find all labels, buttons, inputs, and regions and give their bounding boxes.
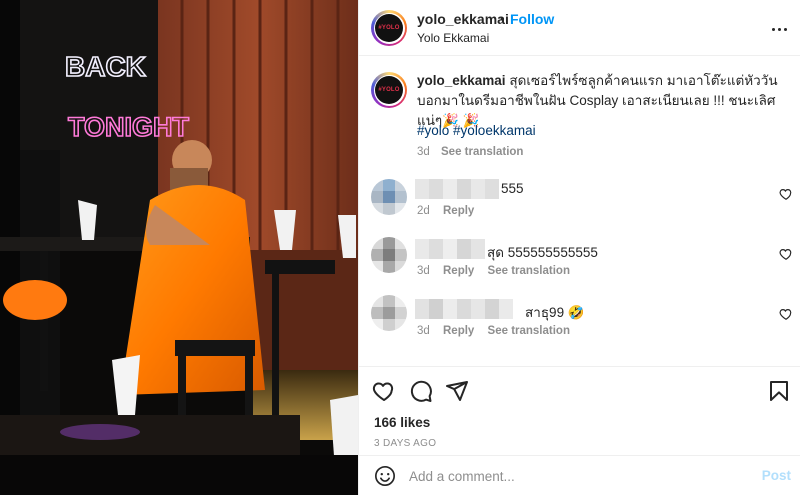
- location-link[interactable]: Yolo Ekkamai: [417, 31, 489, 45]
- see-translation-button[interactable]: See translation: [488, 265, 570, 277]
- commenter-username-blurred[interactable]: [415, 179, 499, 199]
- avatar-logo: #YOLO: [378, 25, 400, 31]
- comment-meta: 3d Reply See translation: [417, 265, 570, 277]
- hashtag-link[interactable]: #yolo: [417, 123, 449, 138]
- reply-button[interactable]: Reply: [443, 325, 474, 337]
- reply-button[interactable]: Reply: [443, 205, 474, 217]
- caption-time[interactable]: 3d: [417, 146, 430, 158]
- see-translation-button[interactable]: See translation: [441, 146, 523, 158]
- comment-icon[interactable]: [409, 379, 433, 403]
- emoji-icon[interactable]: [374, 465, 396, 487]
- comment-meta: 3d Reply See translation: [417, 325, 570, 337]
- author-avatar[interactable]: #YOLO: [371, 10, 407, 46]
- comment-time[interactable]: 2d: [417, 205, 430, 217]
- follow-button[interactable]: Follow: [510, 11, 554, 27]
- comment-item: 555 2d Reply: [359, 175, 800, 231]
- post-timestamp[interactable]: 3 DAYS AGO: [374, 438, 436, 449]
- post-header: #YOLO yolo_ekkamai • Follow Yolo Ekkamai: [359, 0, 800, 56]
- caption-avatar[interactable]: #YOLO: [371, 72, 407, 108]
- commenter-avatar[interactable]: [371, 237, 407, 273]
- caption-meta: 3d See translation: [417, 146, 523, 158]
- add-comment-bar: Post: [359, 455, 800, 495]
- more-options-icon[interactable]: [767, 17, 791, 41]
- post-details-panel: #YOLO yolo_ekkamai • Follow Yolo Ekkamai…: [358, 0, 800, 495]
- comment-meta: 2d Reply: [417, 205, 474, 217]
- like-comment-icon[interactable]: [779, 187, 793, 201]
- post-actions: [359, 366, 800, 412]
- caption-hashtags: #yolo #yoloekkamai: [417, 123, 536, 138]
- author-username[interactable]: yolo_ekkamai: [417, 11, 509, 27]
- like-comment-icon[interactable]: [779, 247, 793, 261]
- caption-username[interactable]: yolo_ekkamai: [417, 73, 506, 88]
- comment-item: สาธุ99 🤣 3d Reply See translation: [359, 295, 800, 351]
- share-icon[interactable]: [445, 379, 469, 403]
- commenter-avatar[interactable]: [371, 179, 407, 215]
- photo-scene: BACK TONIGHT: [0, 0, 358, 495]
- separator-dot: •: [500, 11, 505, 26]
- comment-input[interactable]: [409, 464, 739, 488]
- like-count[interactable]: 166 likes: [374, 415, 430, 430]
- avatar-logo: #YOLO: [378, 87, 400, 93]
- comment-text: สาธุ99 🤣: [525, 305, 585, 320]
- caption: yolo_ekkamai สุดเซอร์ไพร์ซลูกค้าคนแรก มา…: [417, 71, 787, 131]
- comment-time[interactable]: 3d: [417, 265, 430, 277]
- commenter-username-blurred[interactable]: [415, 239, 485, 259]
- bookmark-icon[interactable]: [767, 379, 791, 403]
- hashtag-link[interactable]: #yoloekkamai: [453, 123, 536, 138]
- comment-time[interactable]: 3d: [417, 325, 430, 337]
- comment-text: สุด 555555555555: [487, 245, 598, 260]
- commenter-username-blurred[interactable]: [415, 299, 513, 319]
- neon-back: BACK: [65, 51, 146, 82]
- post-comment-button[interactable]: Post: [762, 468, 791, 483]
- see-translation-button[interactable]: See translation: [488, 325, 570, 337]
- heart-icon[interactable]: [372, 379, 396, 403]
- like-comment-icon[interactable]: [779, 307, 793, 321]
- comment-text: 555: [501, 181, 524, 196]
- reply-button[interactable]: Reply: [443, 265, 474, 277]
- post-photo[interactable]: BACK TONIGHT: [0, 0, 358, 495]
- neon-tonight: TONIGHT: [68, 112, 190, 142]
- comment-item: สุด 555555555555 3d Reply See translatio…: [359, 235, 800, 291]
- commenter-avatar[interactable]: [371, 295, 407, 331]
